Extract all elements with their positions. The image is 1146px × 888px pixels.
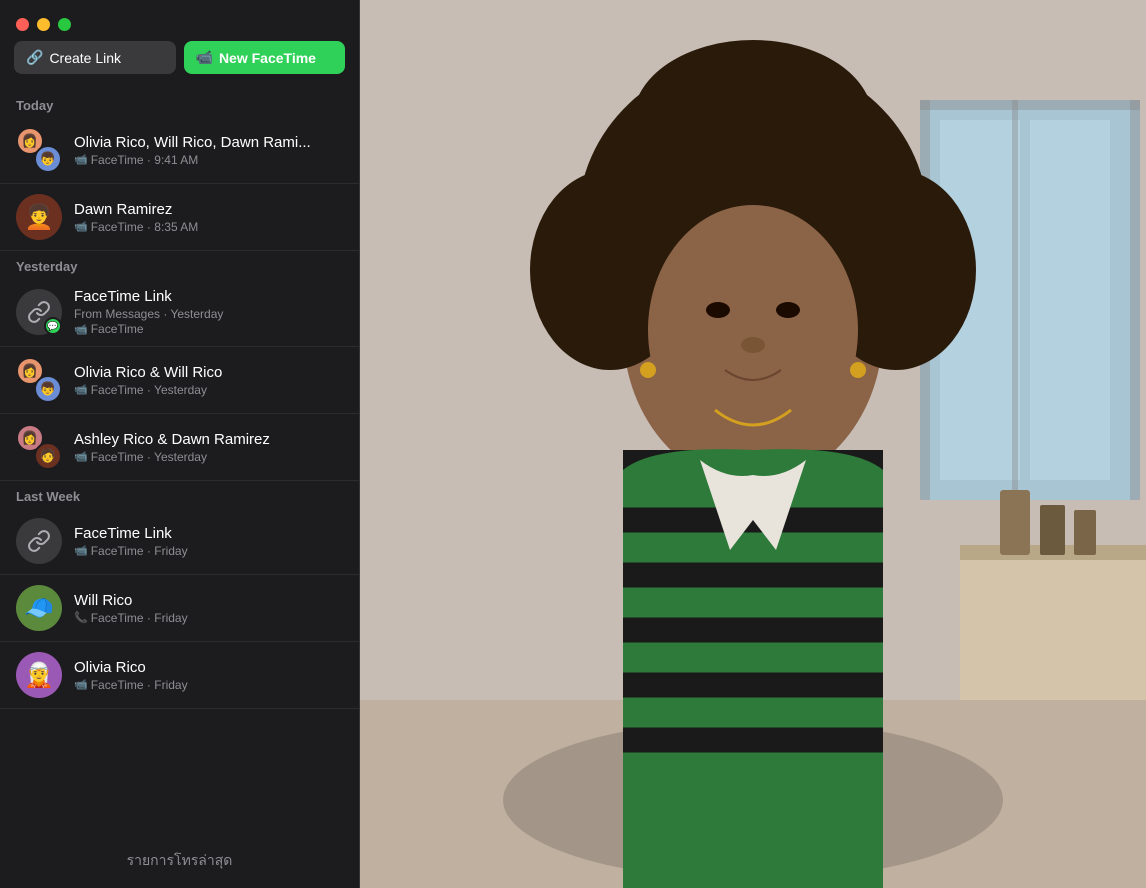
item-name: Olivia Rico, Will Rico, Dawn Rami... [74,134,343,151]
item-info: Ashley Rico & Dawn Ramirez 📹 FaceTime · … [74,431,343,464]
close-button[interactable] [16,18,29,31]
item-sub: 📹 FaceTime · Friday [74,678,343,692]
avatar: 🧢 [16,585,62,631]
video-icon: 📹 [74,544,88,557]
section-yesterday: Yesterday [0,251,359,278]
avatar-group: 👩 👦 [16,127,62,173]
item-info: FaceTime Link 📹 FaceTime · Friday [74,525,343,558]
create-link-label: Create Link [49,50,121,66]
video-icon: 📹 [74,383,88,396]
item-name: Ashley Rico & Dawn Ramirez [74,431,343,448]
avatar: 🧑‍🦱 [16,194,62,240]
maximize-button[interactable] [58,18,71,31]
item-sub: 📹 FaceTime · Friday [74,544,343,558]
avatar: 👦 [34,375,62,403]
message-badge: 💬 [44,317,62,335]
item-name: Will Rico [74,592,343,609]
link-icon [27,529,51,553]
avatar-group: 👩 🧑 [16,424,62,470]
minimize-button[interactable] [37,18,50,31]
item-name: Dawn Ramirez [74,201,343,218]
item-sub: 📹 FaceTime · Yesterday [74,383,343,397]
item-info: Dawn Ramirez 📹 FaceTime · 8:35 AM [74,201,343,234]
traffic-lights [0,0,359,41]
item-info: Olivia Rico 📹 FaceTime · Friday [74,659,343,692]
video-icon: 📹 [74,153,88,166]
item-info: Will Rico 📞 FaceTime · Friday [74,592,343,625]
list-item[interactable]: 🧝 Olivia Rico 📹 FaceTime · Friday [0,642,359,709]
bottom-label: รายการโทรล่าสุด [127,850,233,872]
video-camera-icon: 📹 [196,49,213,66]
item-name: Olivia Rico & Will Rico [74,364,343,381]
video-icon: 📹 [74,678,88,691]
item-sub: 📹 FaceTime · 9:41 AM [74,153,343,167]
list-item[interactable]: 👩 👦 Olivia Rico, Will Rico, Dawn Rami...… [0,117,359,184]
item-name: FaceTime Link [74,525,343,542]
item-name: FaceTime Link [74,288,343,305]
avatar: 🧑 [34,442,62,470]
item-sub: 📹 FaceTime · 8:35 AM [74,220,343,234]
item-sub: 📹 FaceTime · Yesterday [74,450,343,464]
link-icon: 🔗 [26,49,43,66]
item-info: Olivia Rico & Will Rico 📹 FaceTime · Yes… [74,364,343,397]
avatar-wrap: 💬 [16,289,62,335]
section-last-week: Last Week [0,481,359,508]
new-facetime-label: New FaceTime [219,50,316,66]
item-info: FaceTime Link From Messages · Yesterday … [74,288,343,336]
list-item[interactable]: 👩 🧑 Ashley Rico & Dawn Ramirez 📹 FaceTim… [0,414,359,481]
create-link-button[interactable]: 🔗 Create Link [14,41,176,74]
sidebar: 🔗 Create Link 📹 New FaceTime Today 👩 👦 O… [0,0,360,888]
list-item[interactable]: 🧑‍🦱 Dawn Ramirez 📹 FaceTime · 8:35 AM [0,184,359,251]
item-info: Olivia Rico, Will Rico, Dawn Rami... 📹 F… [74,134,343,167]
item-sub2: 📹 FaceTime [74,322,343,336]
video-icon: 📹 [74,220,88,233]
list-item[interactable]: 👩 👦 Olivia Rico & Will Rico 📹 FaceTime ·… [0,347,359,414]
list-item[interactable]: 🧢 Will Rico 📞 FaceTime · Friday [0,575,359,642]
avatar-link [16,518,62,564]
list-item[interactable]: 💬 FaceTime Link From Messages · Yesterda… [0,278,359,347]
camera-background [360,0,1146,888]
item-sub: 📞 FaceTime · Friday [74,611,343,625]
toolbar: 🔗 Create Link 📹 New FaceTime [0,41,359,90]
new-facetime-button[interactable]: 📹 New FaceTime [184,41,346,74]
list-item[interactable]: FaceTime Link 📹 FaceTime · Friday [0,508,359,575]
item-name: Olivia Rico [74,659,343,676]
phone-icon: 📞 [74,611,88,624]
section-today: Today [0,90,359,117]
video-icon: 📹 [74,323,88,336]
avatar-group: 👩 👦 [16,357,62,403]
avatar: 👦 [34,145,62,173]
video-icon: 📹 [74,450,88,463]
camera-view [360,0,1146,888]
avatar: 🧝 [16,652,62,698]
item-sub: From Messages · Yesterday [74,307,343,321]
background-scene [360,0,1146,888]
